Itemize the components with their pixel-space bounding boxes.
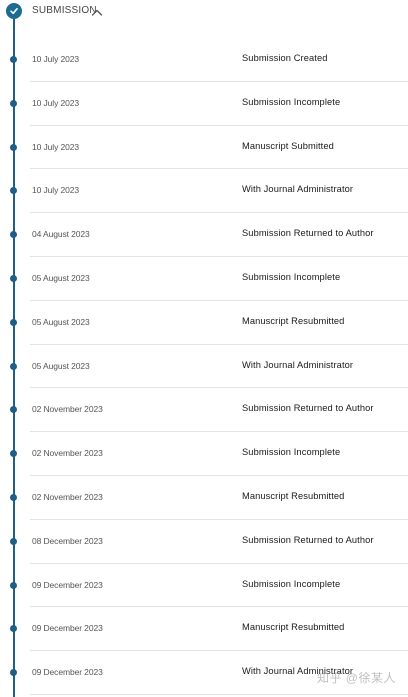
history-date: 02 November 2023: [32, 404, 103, 415]
history-date: 10 July 2023: [32, 141, 80, 152]
timeline-dot: [10, 187, 17, 195]
history-row: 02 November 2023 Manuscript Resubmitted: [0, 476, 408, 520]
section-header[interactable]: SUBMISSION: [0, 0, 408, 24]
history-status: Submission Returned to Author: [242, 228, 374, 239]
history-row: 09 December 2023 Manuscript Resubmitted: [0, 607, 408, 652]
history-status: Submission Incomplete: [242, 271, 341, 282]
timeline-dot: [10, 231, 17, 239]
history-date: 05 August 2023: [32, 316, 90, 327]
history-status: Submission Incomplete: [242, 96, 341, 107]
history-date: 09 December 2023: [32, 623, 103, 634]
history-date: 04 August 2023: [32, 229, 90, 240]
watermark-text: 知乎 @徐某人: [316, 671, 396, 685]
history-status: Submission Returned to Author: [242, 534, 374, 545]
section-title: SUBMISSION: [32, 5, 97, 16]
history-status: Manuscript Resubmitted: [242, 622, 345, 633]
history-row: 05 August 2023 Submission Incomplete: [0, 257, 408, 301]
history-status: Manuscript Resubmitted: [242, 315, 345, 326]
history-row: 02 November 2023 Submission Returned to …: [0, 388, 408, 433]
row-divider: [30, 693, 408, 695]
timeline-dot: [10, 669, 17, 677]
chevron-up-icon[interactable]: [91, 5, 103, 16]
history-date: 02 November 2023: [32, 491, 103, 502]
history-row: 10 July 2023 With Journal Administrator: [0, 169, 408, 214]
timeline-dot: [10, 537, 17, 545]
timeline-dot: [10, 318, 17, 326]
history-row: 04 August 2023 Submission Returned to Au…: [0, 213, 408, 257]
history-status: Manuscript Submitted: [242, 140, 334, 151]
history-date: 10 July 2023: [32, 185, 80, 196]
timeline-dot: [10, 406, 17, 414]
history-date: 09 December 2023: [32, 667, 103, 678]
history-status: Manuscript Resubmitted: [242, 490, 345, 501]
history-date: 05 August 2023: [32, 360, 90, 371]
timeline-dot: [10, 581, 17, 589]
history-row: 09 December 2023 Submission Incomplete: [0, 564, 408, 608]
history-list: 10 July 2023 Submission Created 10 July …: [0, 38, 408, 695]
history-row: 10 July 2023 Submission Incomplete: [0, 82, 408, 126]
history-row: 08 December 2023 Submission Returned to …: [0, 520, 408, 564]
submission-history-panel: SUBMISSION 10 July 2023 Submission Creat…: [0, 0, 408, 697]
timeline-dot: [10, 274, 17, 282]
history-date: 10 July 2023: [32, 97, 80, 108]
history-date: 02 November 2023: [32, 448, 103, 459]
timeline-dot: [10, 450, 17, 458]
history-status: With Journal Administrator: [242, 184, 354, 195]
history-row: 05 August 2023 With Journal Administrato…: [0, 345, 408, 389]
history-date: 05 August 2023: [32, 272, 90, 283]
history-row: 10 July 2023 Submission Created: [0, 38, 408, 82]
timeline-dot: [10, 362, 17, 370]
history-status: With Journal Administrator: [242, 359, 354, 370]
history-row: 02 November 2023 Submission Incomplete: [0, 432, 408, 476]
history-row: 10 July 2023 Manuscript Submitted: [0, 126, 408, 170]
timeline-dot: [10, 56, 17, 63]
timeline-dot: [10, 143, 17, 151]
history-status: Submission Returned to Author: [242, 403, 374, 414]
timeline-dot: [10, 493, 17, 501]
history-date: 09 December 2023: [32, 579, 103, 590]
history-status: Submission Created: [242, 53, 328, 63]
history-status: Submission Incomplete: [242, 578, 341, 589]
history-date: 08 December 2023: [32, 535, 103, 546]
history-row: 05 August 2023 Manuscript Resubmitted: [0, 301, 408, 345]
check-icon: [6, 3, 22, 19]
timeline-dot: [10, 625, 17, 633]
history-date: 10 July 2023: [32, 54, 80, 64]
timeline-dot: [10, 99, 17, 107]
history-status: Submission Incomplete: [242, 447, 341, 458]
